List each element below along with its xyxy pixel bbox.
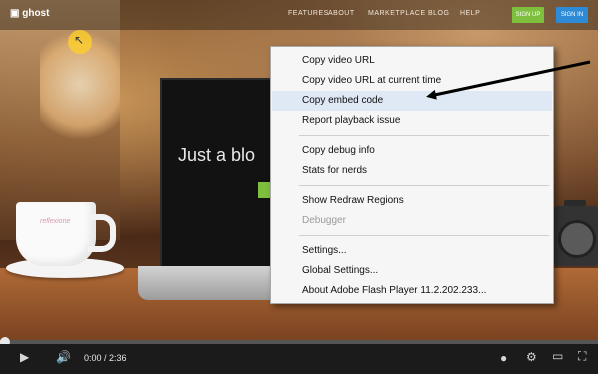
settings-gear-icon[interactable]: ⚙ <box>526 350 537 364</box>
nav-link-blog: BLOG <box>428 10 450 17</box>
laptop-base <box>138 266 284 300</box>
volume-icon[interactable]: 🔊 <box>56 350 71 364</box>
coffee-cup-handle <box>88 214 116 252</box>
annotations-icon[interactable]: ● <box>500 351 507 365</box>
play-icon[interactable]: ▶ <box>20 350 29 364</box>
menu-item-settings[interactable]: Settings... <box>272 241 552 261</box>
menu-item-report-playback-issue[interactable]: Report playback issue <box>272 111 552 131</box>
time-separator: / <box>101 353 110 363</box>
mouse-cursor-icon: ↖ <box>74 33 85 47</box>
laptop-headline: Just a blo <box>178 145 256 165</box>
theater-mode-icon[interactable]: ▭ <box>552 349 563 363</box>
menu-separator <box>299 185 549 186</box>
video-player[interactable]: ▣ ghost FEATURES ABOUT MARKETPLACE BLOG … <box>0 0 598 374</box>
nav-link-features: FEATURES <box>288 10 329 17</box>
camera-lens <box>558 220 596 258</box>
website-navbar: ▣ ghost FEATURES ABOUT MARKETPLACE BLOG … <box>0 0 598 30</box>
menu-separator <box>299 135 549 136</box>
ghost-logo-icon: ▣ <box>10 8 20 19</box>
duration: 2:36 <box>109 353 127 363</box>
time-display: 0:00 / 2:36 <box>84 353 127 363</box>
signin-button: SIGN IN <box>556 7 588 23</box>
menu-item-about-flash-player[interactable]: About Adobe Flash Player 11.2.202.233... <box>272 281 552 301</box>
menu-separator <box>299 235 549 236</box>
cup-text: reflexione <box>40 218 71 225</box>
menu-item-copy-debug-info[interactable]: Copy debug info <box>272 141 552 161</box>
menu-item-stats-for-nerds[interactable]: Stats for nerds <box>272 161 552 181</box>
signup-button: SIGN UP <box>512 7 544 23</box>
nav-link-marketplace: MARKETPLACE <box>368 10 426 17</box>
menu-item-debugger: Debugger <box>302 215 346 226</box>
menu-item-copy-embed-code[interactable]: Copy embed code <box>272 91 552 111</box>
site-logo-text: ghost <box>22 8 50 19</box>
laptop-green-button <box>258 182 270 198</box>
current-time: 0:00 <box>84 353 102 363</box>
nav-link-about: ABOUT <box>328 10 355 17</box>
laptop-screen <box>160 78 282 270</box>
nav-link-help: HELP <box>460 10 481 17</box>
coffee-cup <box>16 202 96 266</box>
flash-context-menu[interactable]: Copy video URL Copy video URL at current… <box>270 46 554 304</box>
fullscreen-icon[interactable]: ⛶ <box>578 349 586 364</box>
menu-item-show-redraw-regions[interactable]: Show Redraw Regions <box>272 191 552 211</box>
menu-item-global-settings[interactable]: Global Settings... <box>272 261 552 281</box>
menu-item-copy-video-url[interactable]: Copy video URL <box>272 51 552 71</box>
site-logo: ▣ ghost <box>10 8 49 19</box>
menu-item-copy-video-url-at-time[interactable]: Copy video URL at current time <box>272 71 552 91</box>
